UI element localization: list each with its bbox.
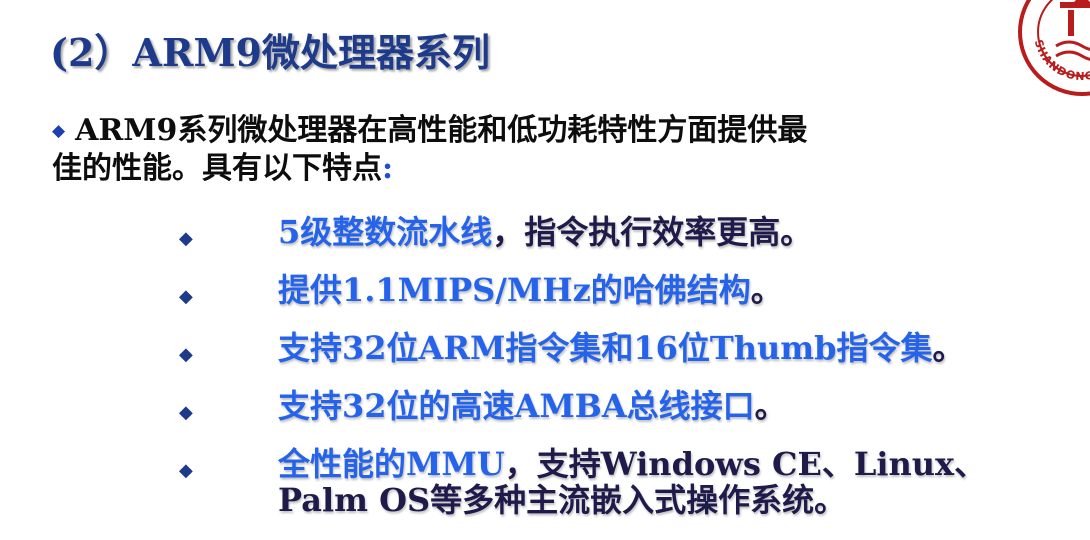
intro-line-2: 佳的性能。具有以下特点: [52, 150, 1072, 188]
feature-text: 支持32位ARM指令集和16位Thumb指令集。 [278, 328, 1078, 368]
feature-line-2: Palm OS等多种主流嵌入式操作系统。 [278, 481, 847, 519]
feature-highlight: 5级整数流水线 [278, 213, 493, 251]
feature-line-1: 全性能的MMU，支持Windows CE、Linux、 [278, 446, 1078, 482]
intro-text-1: ARM9系列微处理器在高性能和低功耗特性方面提供最 [75, 113, 808, 148]
diamond-bullet-icon: ◆ [179, 460, 193, 481]
diamond-bullet-icon: ◆ [179, 286, 193, 307]
university-seal-icon: SHANDONG [1018, 0, 1090, 96]
diamond-bullet-icon: ◆ [179, 402, 193, 423]
feature-rest: ，支持Windows CE、Linux、 [504, 445, 987, 483]
feature-rest: ，指令执行效率更高。 [492, 213, 813, 251]
feature-highlight: 支持32位ARM指令集和16位Thumb指令集 [278, 329, 933, 367]
feature-highlight: 提供1.1MIPS/MHz的哈佛结构 [278, 271, 751, 309]
feature-rest: 。 [754, 387, 787, 425]
feature-text: 全性能的MMU，支持Windows CE、Linux、 Palm OS等多种主流… [278, 446, 1078, 518]
feature-rest: 。 [750, 271, 783, 309]
small-diamond-bullet-icon: ◆ [52, 121, 66, 141]
diamond-bullet-icon: ◆ [179, 228, 193, 249]
feature-highlight: 全性能的MMU [278, 445, 505, 483]
intro-colon: : [382, 151, 394, 186]
feature-text: 提供1.1MIPS/MHz的哈佛结构。 [278, 270, 1078, 310]
list-item: ◆ 支持32位的高速AMBA总线接口。 [0, 386, 1090, 444]
intro-paragraph: ◆ ARM9系列微处理器在高性能和低功耗特性方面提供最 佳的性能。具有以下特点: [52, 112, 1072, 188]
feature-highlight: 支持32位的高速AMBA总线接口 [278, 387, 755, 425]
slide: (2）ARM9微处理器系列 SHANDONG ◆ ARM9系列微处理器在高性能和低… [0, 0, 1090, 540]
list-item: ◆ 支持32位ARM指令集和16位Thumb指令集。 [0, 328, 1090, 386]
feature-text: 支持32位的高速AMBA总线接口。 [278, 386, 1078, 426]
list-item: ◆ 全性能的MMU，支持Windows CE、Linux、 Palm OS等多种… [0, 444, 1090, 518]
list-item: ◆ 提供1.1MIPS/MHz的哈佛结构。 [0, 270, 1090, 328]
list-item: ◆ 5级整数流水线，指令执行效率更高。 [0, 212, 1090, 270]
feature-list: ◆ 5级整数流水线，指令执行效率更高。 ◆ 提供1.1MIPS/MHz的哈佛结构… [0, 212, 1090, 518]
intro-line-1: ◆ ARM9系列微处理器在高性能和低功耗特性方面提供最 [52, 112, 1072, 150]
intro-text-2: 佳的性能。具有以下特点 [52, 151, 382, 186]
feature-text: 5级整数流水线，指令执行效率更高。 [278, 212, 1078, 252]
diamond-bullet-icon: ◆ [179, 344, 193, 365]
feature-rest: 。 [932, 329, 965, 367]
slide-title: (2）ARM9微处理器系列 [50, 30, 490, 75]
